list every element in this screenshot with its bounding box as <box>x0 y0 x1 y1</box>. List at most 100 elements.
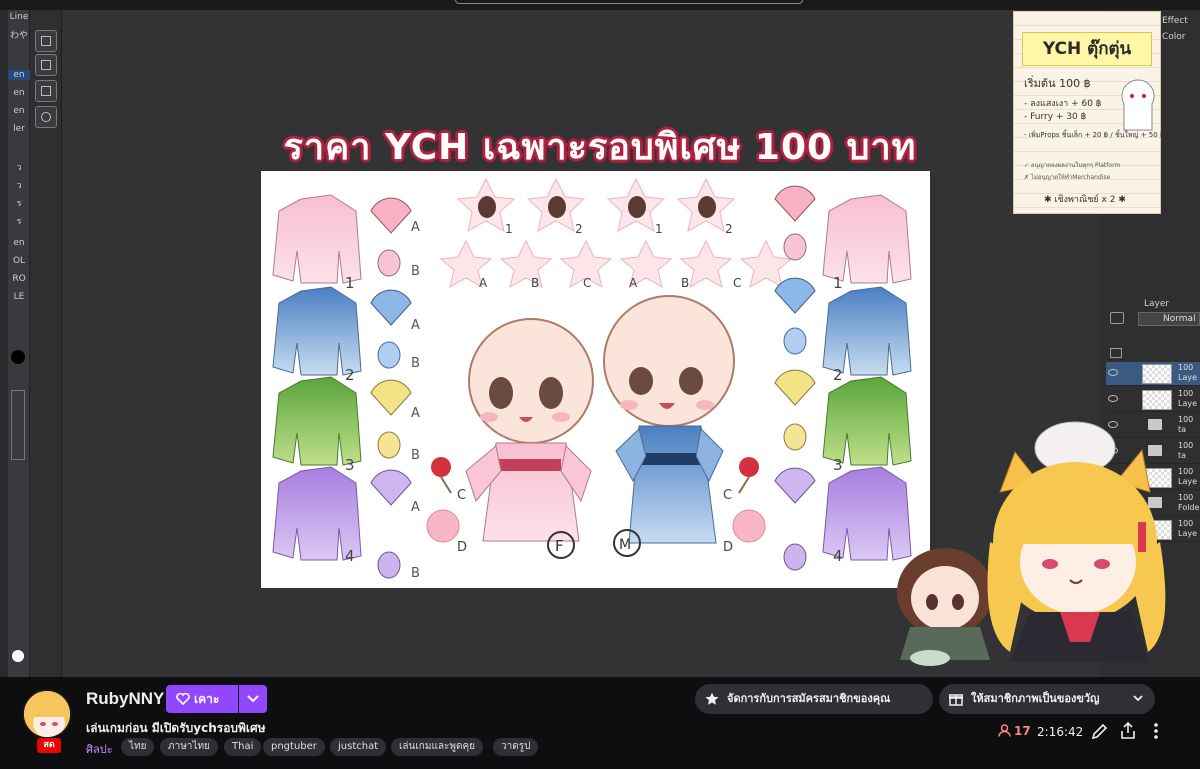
share-icon[interactable] <box>1118 721 1138 741</box>
slider-track[interactable] <box>11 390 25 460</box>
svg-text:2: 2 <box>725 222 733 236</box>
avatar-image <box>24 691 70 737</box>
layer-row[interactable]: 100 Laye <box>1106 388 1200 412</box>
tool-label[interactable]: ร <box>8 196 30 210</box>
tool-label[interactable]: en <box>8 88 30 98</box>
tool-label: わや <box>9 31 28 41</box>
layer-row[interactable]: 100 Laye <box>1106 362 1200 386</box>
blonde-catgirl-avatar <box>987 421 1166 662</box>
svg-text:A: A <box>411 220 420 235</box>
svg-text:C: C <box>583 276 591 290</box>
tag-pill[interactable]: Thai <box>224 738 262 756</box>
option-number-label: 3 <box>345 456 355 474</box>
tab-effect[interactable]: Effect <box>1162 16 1188 26</box>
stream-uptime: 2:16:42 <box>1037 725 1084 739</box>
svg-text:D: D <box>723 540 733 555</box>
svg-text:B: B <box>411 448 420 463</box>
color-swatch[interactable] <box>11 350 25 364</box>
price-line: ✓ อนุญาตลงผลงานในทุกๆ Platform <box>1024 162 1121 169</box>
layer-menu-icon[interactable] <box>1110 312 1124 324</box>
follow-button[interactable]: เคาะ <box>166 685 238 713</box>
option-number-label: 4 <box>345 547 355 565</box>
eye-icon[interactable] <box>1108 395 1118 402</box>
gift-subscription-label: ให้สมาชิกภาพเป็นของขวัญ <box>971 692 1100 705</box>
tag-pill[interactable]: ภาษาไทย <box>160 738 218 756</box>
tag-pill[interactable]: วาดรูป <box>493 738 539 756</box>
tab-layer[interactable]: Layer <box>1144 299 1169 309</box>
follow-label: เคาะ <box>194 692 220 706</box>
price-line: ✱ เชิงพาณิชย์ x 2 ✱ <box>1044 195 1126 205</box>
option-number-label: 1 <box>345 274 355 292</box>
tool-label[interactable]: OL <box>8 256 30 266</box>
tool-label: Line <box>9 12 29 22</box>
layer-name: Laye <box>1178 373 1198 382</box>
chevron-down-icon <box>1133 695 1143 702</box>
kimono-option-1-left <box>272 194 362 284</box>
tool-label[interactable]: LE <box>8 292 30 302</box>
svg-text:B: B <box>411 356 420 371</box>
sub-tool-button[interactable] <box>35 30 57 52</box>
tool-label[interactable]: ว <box>8 178 30 192</box>
tool-label[interactable]: en <box>8 238 30 248</box>
tool-label[interactable]: en <box>8 106 30 116</box>
gift-subscription-button[interactable]: ให้สมาชิกภาพเป็นของขวัญ <box>939 684 1155 714</box>
app-topbar <box>0 0 1200 10</box>
brunette-doll-avatar <box>897 548 993 666</box>
tag-pill[interactable]: justchat <box>330 738 387 756</box>
heart-follow-icon <box>176 693 190 705</box>
kimono-option-3-left <box>272 376 362 466</box>
layer-list-icon[interactable] <box>1110 348 1122 358</box>
tool-label[interactable]: en <box>8 70 30 80</box>
manage-subscription-label: จัดการกับการสมัครสมาชิกของคุณ <box>727 692 891 705</box>
brush-size-dot[interactable] <box>12 650 24 662</box>
viewer-count-value: 17 <box>1014 724 1031 738</box>
channel-name[interactable]: RubyNNY <box>86 689 164 709</box>
tag-pill[interactable]: เล่นเกมและพูดคุย <box>391 738 484 756</box>
left-toolbar-edge <box>0 10 8 677</box>
pencil-icon[interactable] <box>1090 721 1110 741</box>
svg-text:C: C <box>457 488 466 503</box>
manage-subscription-button[interactable]: จัดการกับการสมัครสมาชิกของคุณ <box>695 684 933 714</box>
svg-text:A: A <box>411 406 420 421</box>
ych-artwork-sheet: 1 2 3 4 A B A B A B A B 1 2 1 2 A B C A … <box>261 171 930 588</box>
sub-tool-palette <box>30 10 62 677</box>
tool-label[interactable]: ler <box>8 124 30 134</box>
category-link[interactable]: ศิลปะ <box>86 740 113 758</box>
search-bar[interactable] <box>455 0 803 4</box>
svg-text:D: D <box>457 540 467 555</box>
svg-text:B: B <box>411 566 420 581</box>
tag-pill[interactable]: ไทย <box>121 738 155 756</box>
live-badge: สด <box>37 738 61 753</box>
more-vertical-icon[interactable] <box>1146 721 1166 741</box>
svg-text:4: 4 <box>833 547 843 565</box>
channel-avatar[interactable] <box>22 689 72 739</box>
follow-options-button[interactable] <box>239 685 267 713</box>
svg-text:A: A <box>479 276 488 290</box>
svg-text:2: 2 <box>575 222 583 236</box>
blend-mode-select[interactable]: Normal <box>1138 312 1200 326</box>
sub-tool-button[interactable] <box>35 54 57 76</box>
viewer-person-icon <box>998 724 1011 737</box>
ghost-doodle <box>1121 79 1155 131</box>
layer-opacity: 100 <box>1178 389 1194 398</box>
price-line: เริ่มต้น 100 ฿ <box>1024 77 1091 90</box>
sub-tool-button[interactable] <box>35 80 57 102</box>
video-player[interactable]: Line わや en en en ler ว ว ร ร en OL RO LE… <box>0 0 1200 677</box>
svg-text:C: C <box>723 488 732 503</box>
svg-text:B: B <box>531 276 539 290</box>
tab-color[interactable]: Color <box>1162 32 1186 42</box>
svg-text:1: 1 <box>833 274 843 292</box>
svg-text:F: F <box>555 537 564 555</box>
svg-text:2: 2 <box>833 366 843 384</box>
tool-label[interactable]: ร <box>8 214 30 228</box>
chevron-down-icon <box>247 695 259 703</box>
svg-text:A: A <box>629 276 638 290</box>
sub-tool-button[interactable] <box>35 106 57 128</box>
promo-banner-text: ราคา YCH เฉพาะรอบพิเศษ 100 บาท <box>283 127 917 168</box>
price-card-title: YCH ตุ๊กตุ่น <box>1022 32 1152 66</box>
tool-label[interactable]: RO <box>8 274 30 284</box>
tag-pill[interactable]: pngtuber <box>263 738 325 756</box>
tool-label[interactable]: ว <box>8 160 30 174</box>
svg-text:A: A <box>411 318 420 333</box>
eye-icon[interactable] <box>1108 369 1118 376</box>
